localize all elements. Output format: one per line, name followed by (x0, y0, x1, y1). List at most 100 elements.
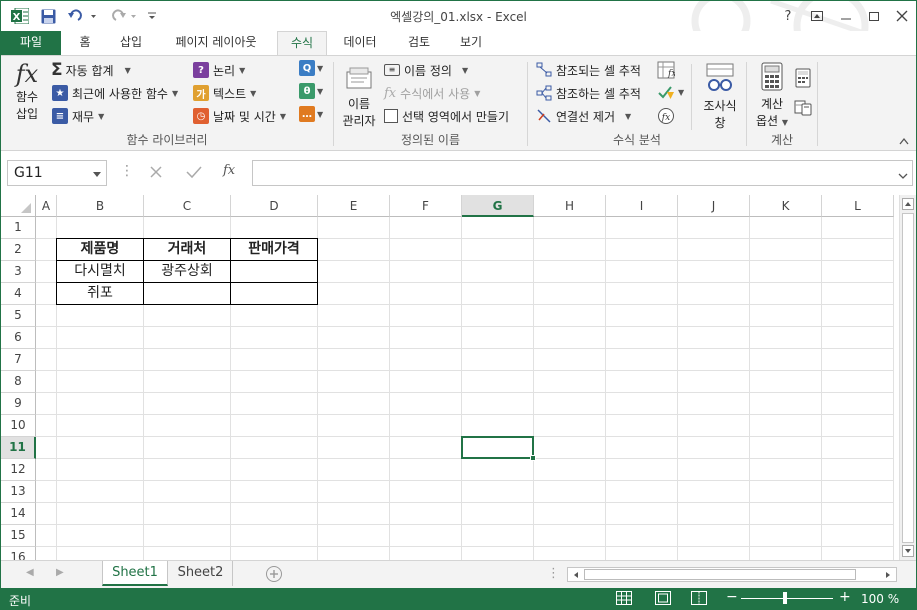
cell-i4[interactable] (606, 283, 678, 305)
cell-b4[interactable]: 쥐포 (57, 283, 144, 305)
row-header-3[interactable]: 3 (1, 261, 36, 283)
evaluate-formula-icon[interactable]: fx (657, 107, 675, 128)
cell-k11[interactable] (750, 437, 822, 459)
cell-h11[interactable] (534, 437, 606, 459)
name-box-dropdown-icon[interactable] (93, 167, 101, 181)
cell-j3[interactable] (678, 261, 750, 283)
cell-l2[interactable] (822, 239, 894, 261)
cell-f9[interactable] (390, 393, 462, 415)
cell-c10[interactable] (144, 415, 231, 437)
cell-a8[interactable] (36, 371, 57, 393)
cell-b11[interactable] (57, 437, 144, 459)
cell-d3[interactable] (231, 261, 318, 283)
cell-a3[interactable] (36, 261, 57, 283)
cell-c3[interactable]: 광주상회 (144, 261, 231, 283)
cell-i16[interactable] (606, 547, 678, 560)
select-all-corner[interactable] (1, 195, 36, 217)
show-formulas-icon[interactable]: fx (657, 61, 676, 82)
recent-functions-button[interactable]: ★ 최근에 사용한 함수 ▼ (52, 83, 178, 103)
cell-k7[interactable] (750, 349, 822, 371)
new-sheet-icon[interactable] (265, 565, 283, 586)
cell-i12[interactable] (606, 459, 678, 481)
cell-a4[interactable] (36, 283, 57, 305)
watch-window-button[interactable]: 조사식 창 (697, 62, 743, 131)
cell-a11[interactable] (36, 437, 57, 459)
cell-f15[interactable] (390, 525, 462, 547)
cell-k9[interactable] (750, 393, 822, 415)
zoom-in-icon[interactable]: + (839, 589, 851, 605)
cell-j9[interactable] (678, 393, 750, 415)
cell-k2[interactable] (750, 239, 822, 261)
column-header-i[interactable]: I (606, 195, 678, 217)
zoom-slider-track[interactable] (741, 598, 833, 599)
cell-f13[interactable] (390, 481, 462, 503)
trace-precedents-button[interactable]: 참조되는 셀 추적 (536, 60, 641, 80)
vertical-scrollbar[interactable] (899, 195, 916, 560)
cell-a12[interactable] (36, 459, 57, 481)
cell-f14[interactable] (390, 503, 462, 525)
cell-h2[interactable] (534, 239, 606, 261)
error-checking-button[interactable]: ▼ (657, 84, 684, 100)
row-header-10[interactable]: 10 (1, 415, 36, 437)
cell-l16[interactable] (822, 547, 894, 560)
cell-f2[interactable] (390, 239, 462, 261)
cell-i14[interactable] (606, 503, 678, 525)
cell-f8[interactable] (390, 371, 462, 393)
cell-k10[interactable] (750, 415, 822, 437)
cell-g5[interactable] (462, 305, 534, 327)
minimize-icon[interactable] (833, 5, 859, 27)
cell-k4[interactable] (750, 283, 822, 305)
cell-c16[interactable] (144, 547, 231, 560)
cell-d6[interactable] (231, 327, 318, 349)
cancel-entry-icon[interactable] (149, 165, 163, 182)
cell-c2[interactable]: 거래처 (144, 239, 231, 261)
cell-l13[interactable] (822, 481, 894, 503)
cell-h7[interactable] (534, 349, 606, 371)
cell-j14[interactable] (678, 503, 750, 525)
cell-a13[interactable] (36, 481, 57, 503)
cell-g8[interactable] (462, 371, 534, 393)
cell-b9[interactable] (57, 393, 144, 415)
row-header-11[interactable]: 11 (1, 437, 36, 459)
cell-b14[interactable] (57, 503, 144, 525)
column-header-d[interactable]: D (231, 195, 318, 217)
zoom-level[interactable]: 100 % (861, 592, 899, 606)
cell-j4[interactable] (678, 283, 750, 305)
cell-c4[interactable] (144, 283, 231, 305)
cell-e13[interactable] (318, 481, 390, 503)
cell-k8[interactable] (750, 371, 822, 393)
cell-a6[interactable] (36, 327, 57, 349)
cell-d8[interactable] (231, 371, 318, 393)
cell-f4[interactable] (390, 283, 462, 305)
cell-i9[interactable] (606, 393, 678, 415)
insert-function-button[interactable]: fx 함수 삽입 (9, 60, 45, 130)
cell-i2[interactable] (606, 239, 678, 261)
cell-i3[interactable] (606, 261, 678, 283)
confirm-entry-icon[interactable] (186, 165, 202, 182)
cell-l6[interactable] (822, 327, 894, 349)
cell-b16[interactable] (57, 547, 144, 560)
cell-g15[interactable] (462, 525, 534, 547)
cell-e12[interactable] (318, 459, 390, 481)
autosum-button[interactable]: Σ 자동 합계 ▼ (51, 60, 131, 80)
row-header-5[interactable]: 5 (1, 305, 36, 327)
fill-handle[interactable] (530, 455, 536, 461)
scroll-up-icon[interactable] (902, 198, 914, 213)
column-header-a[interactable]: A (36, 195, 57, 217)
help-icon[interactable]: ? (775, 5, 801, 27)
tab-data[interactable]: 데이터 (335, 31, 385, 55)
cell-g1[interactable] (462, 217, 534, 239)
cell-k13[interactable] (750, 481, 822, 503)
create-from-selection-button[interactable]: 선택 영역에서 만들기 (384, 106, 509, 126)
remove-arrows-button[interactable]: 연결선 제거 ▼ (536, 106, 631, 126)
math-button[interactable]: θ ▼ (299, 83, 323, 99)
row-header-6[interactable]: 6 (1, 327, 36, 349)
cell-j6[interactable] (678, 327, 750, 349)
cell-j5[interactable] (678, 305, 750, 327)
cell-d16[interactable] (231, 547, 318, 560)
cell-c11[interactable] (144, 437, 231, 459)
cell-k3[interactable] (750, 261, 822, 283)
cell-f5[interactable] (390, 305, 462, 327)
cell-d9[interactable] (231, 393, 318, 415)
cell-d7[interactable] (231, 349, 318, 371)
